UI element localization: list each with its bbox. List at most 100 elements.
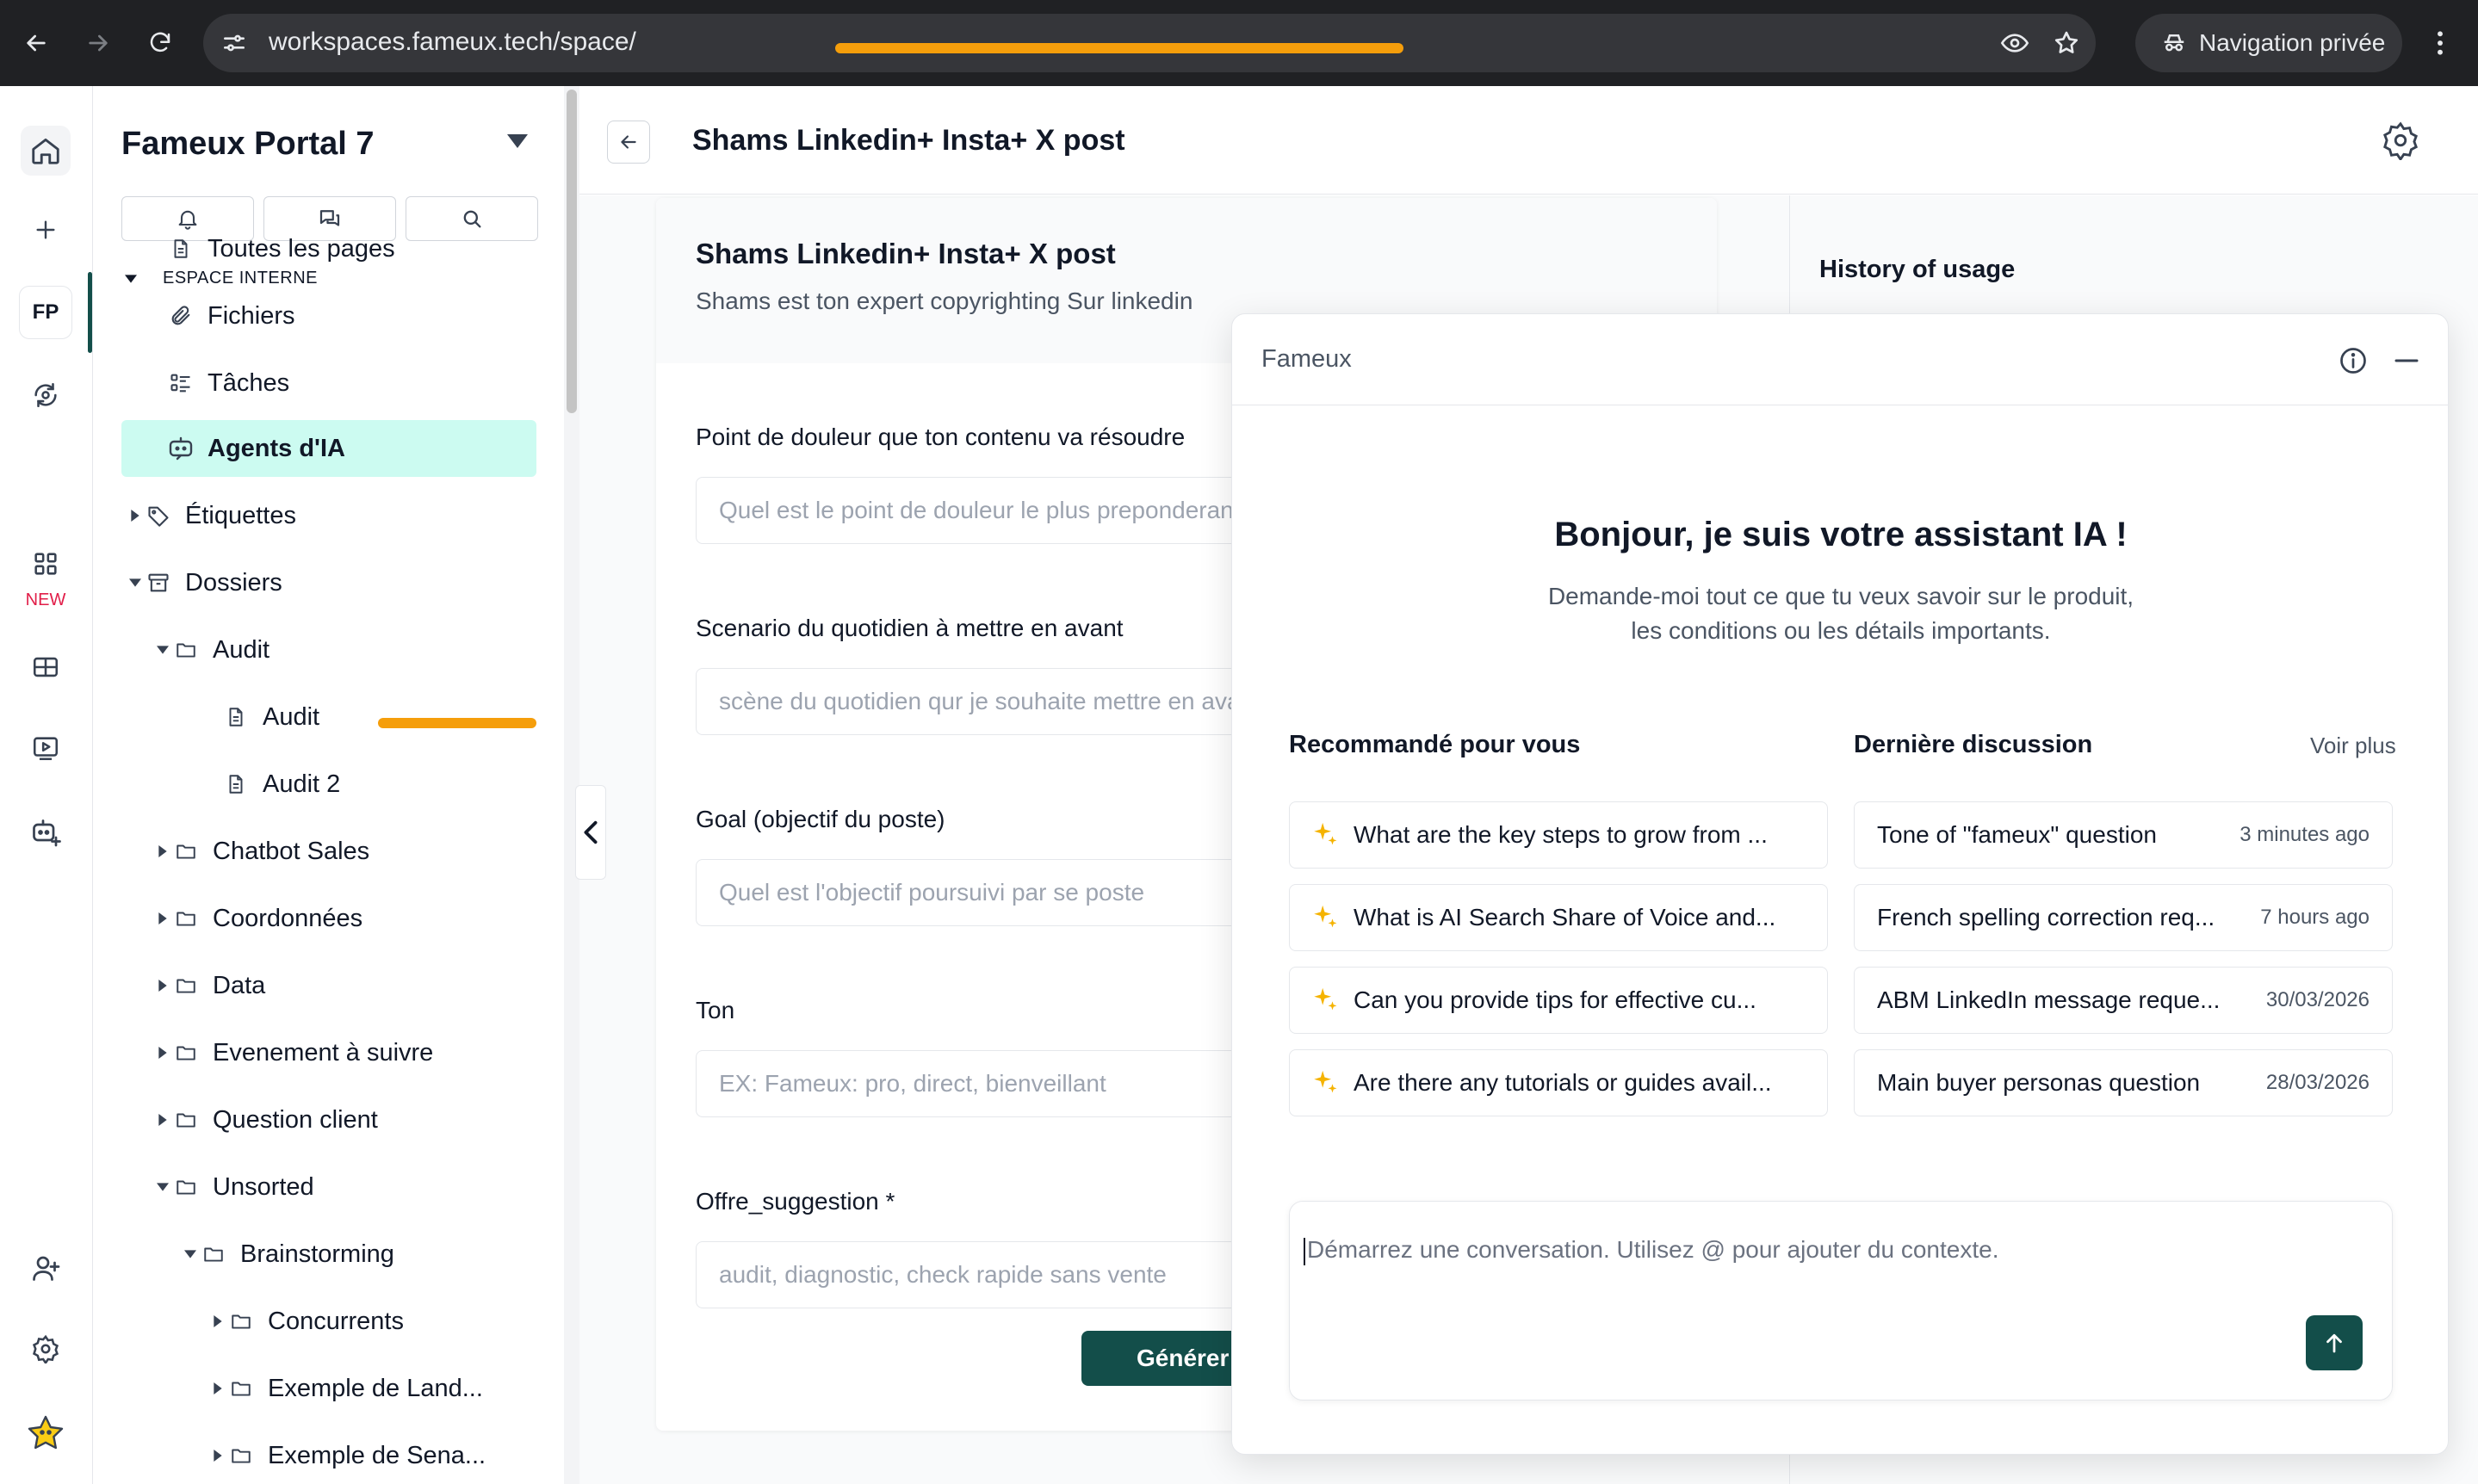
caret-right-icon[interactable] bbox=[154, 912, 171, 924]
private-browsing-indicator[interactable]: Navigation privée bbox=[2135, 14, 2402, 72]
reload-icon[interactable] bbox=[136, 19, 184, 67]
settings-gear-icon[interactable] bbox=[21, 1324, 71, 1374]
sidebar-item-evenement-a-suivre[interactable]: Evenement à suivre bbox=[121, 1024, 536, 1081]
back-arrow-icon[interactable] bbox=[12, 19, 60, 67]
suggestion-item[interactable]: What is AI Search Share of Voice and... bbox=[1289, 884, 1828, 951]
sidebar-item-coordonnees[interactable]: Coordonnées bbox=[121, 890, 536, 947]
forward-arrow-icon[interactable] bbox=[74, 19, 122, 67]
add-icon[interactable] bbox=[21, 205, 71, 255]
workspace-title[interactable]: Fameux Portal 7 bbox=[121, 126, 375, 163]
sidebar-item-etiquettes[interactable]: Étiquettes bbox=[121, 487, 536, 544]
collapse-sidebar-button[interactable] bbox=[575, 785, 606, 880]
bot-add-icon[interactable] bbox=[21, 807, 71, 857]
favorite-star-icon[interactable] bbox=[21, 1408, 71, 1458]
caret-right-icon[interactable] bbox=[209, 1382, 226, 1394]
sidebar-item-toutes-les-pages[interactable]: Toutes les pages bbox=[121, 220, 536, 277]
info-icon[interactable] bbox=[2338, 345, 2369, 376]
browser-menu-icon[interactable] bbox=[2416, 19, 2464, 67]
suggestion-item[interactable]: Can you provide tips for effective cu... bbox=[1289, 967, 1828, 1034]
agent-description: Shams est ton expert copyrighting Sur li… bbox=[696, 288, 1193, 314]
main-header: Shams Linkedin+ Insta+ X post bbox=[579, 86, 2478, 195]
sidebar-item-audit[interactable]: Audit bbox=[121, 621, 536, 678]
bookmark-star-icon[interactable] bbox=[2053, 29, 2080, 57]
sidebar-item-chatbot-sales[interactable]: Chatbot Sales bbox=[121, 823, 536, 880]
sidebar-item-label: Tâches bbox=[208, 368, 290, 397]
sidebar-item-label: Audit bbox=[213, 635, 270, 664]
sidebar-item-audit[interactable]: Audit bbox=[121, 689, 536, 745]
private-label: Navigation privée bbox=[2199, 29, 2386, 56]
sidebar-item-unsorted[interactable]: Unsorted bbox=[121, 1159, 536, 1215]
apps-grid-icon[interactable] bbox=[21, 539, 71, 589]
rail-active-indicator bbox=[88, 272, 92, 353]
folder-icon bbox=[226, 1444, 256, 1467]
field-placeholder: Quel est l'objectif poursuivi par se pos… bbox=[719, 879, 1145, 906]
caret-right-icon[interactable] bbox=[154, 1114, 171, 1126]
sidebar-item-label: Question client bbox=[213, 1105, 378, 1134]
caret-down-icon[interactable] bbox=[154, 1183, 171, 1191]
discussion-item[interactable]: ABM LinkedIn message reque... 30/03/2026 bbox=[1854, 967, 2393, 1034]
caret-right-icon[interactable] bbox=[209, 1450, 226, 1462]
composer-placeholder: Démarrez une conversation. Utilisez @ po… bbox=[1307, 1236, 1999, 1263]
caret-right-icon[interactable] bbox=[127, 510, 144, 522]
agent-name: Shams Linkedin+ Insta+ X post bbox=[696, 238, 1116, 269]
sync-icon[interactable] bbox=[21, 370, 71, 420]
sidebar-scrollbar-thumb[interactable] bbox=[567, 90, 577, 413]
discussion-item[interactable]: Main buyer personas question 28/03/2026 bbox=[1854, 1049, 2393, 1116]
sidebar-item-exemple-de-sena[interactable]: Exemple de Sena... bbox=[121, 1427, 536, 1484]
table-icon[interactable] bbox=[21, 642, 71, 692]
caret-right-icon[interactable] bbox=[154, 845, 171, 857]
workspace-badge[interactable]: FP bbox=[19, 286, 72, 339]
see-more-link[interactable]: Voir plus bbox=[2310, 733, 2396, 759]
suggestion-text: What is AI Search Share of Voice and... bbox=[1354, 904, 1776, 931]
minimize-icon[interactable] bbox=[2391, 345, 2422, 376]
sidebar-item-question-client[interactable]: Question client bbox=[121, 1091, 536, 1148]
sidebar-item-label: Audit bbox=[263, 702, 320, 731]
chat-composer[interactable]: Démarrez une conversation. Utilisez @ po… bbox=[1289, 1201, 2393, 1401]
archive-icon bbox=[144, 571, 173, 595]
sidebar-item-exemple-de-land[interactable]: Exemple de Land... bbox=[121, 1360, 536, 1417]
send-button[interactable] bbox=[2306, 1315, 2363, 1370]
history-title: History of usage bbox=[1819, 256, 2016, 283]
sidebar-item-brainstorming[interactable]: Brainstorming bbox=[121, 1226, 536, 1283]
sidebar-item-dossiers[interactable]: Dossiers bbox=[121, 554, 536, 611]
sidebar-item-data[interactable]: Data bbox=[121, 957, 536, 1014]
back-button[interactable] bbox=[607, 121, 650, 164]
discussion-item[interactable]: Tone of "fameux" question 3 minutes ago bbox=[1854, 801, 2393, 869]
site-settings-icon[interactable] bbox=[220, 29, 248, 57]
eye-icon[interactable] bbox=[1999, 29, 2030, 57]
caret-right-icon[interactable] bbox=[154, 980, 171, 992]
folder-icon bbox=[171, 840, 201, 863]
caret-down-icon[interactable] bbox=[182, 1250, 199, 1258]
agent-settings-gear-icon[interactable] bbox=[2381, 121, 2420, 160]
sidebar-item-audit-2[interactable]: Audit 2 bbox=[121, 756, 536, 813]
incognito-icon bbox=[2161, 30, 2187, 56]
caret-right-icon[interactable] bbox=[154, 1047, 171, 1059]
sidebar-item-agents-d-ia[interactable]: Agents d'IA bbox=[121, 420, 536, 477]
field-placeholder: EX: Fameux: pro, direct, bienveillant bbox=[719, 1070, 1106, 1097]
field-placeholder: Quel est le point de douleur le plus pre… bbox=[719, 497, 1241, 523]
suggestion-item[interactable]: Are there any tutorials or guides avail.… bbox=[1289, 1049, 1828, 1116]
folder-icon bbox=[226, 1310, 256, 1333]
discussion-time: 30/03/2026 bbox=[2265, 988, 2370, 1011]
add-user-icon[interactable] bbox=[21, 1243, 71, 1293]
workspace-dropdown-caret-icon[interactable] bbox=[507, 134, 528, 148]
caret-right-icon[interactable] bbox=[209, 1315, 226, 1327]
suggestion-item[interactable]: What are the key steps to grow from ... bbox=[1289, 801, 1828, 869]
sidebar-item-fichiers[interactable]: Fichiers bbox=[121, 288, 536, 344]
composer-input[interactable]: Démarrez une conversation. Utilisez @ po… bbox=[1304, 1236, 1998, 1265]
address-bar[interactable]: workspaces.fameux.tech/space/ bbox=[203, 14, 2096, 72]
sparkle-icon bbox=[1310, 903, 1340, 932]
sidebar-item-concurrents[interactable]: Concurrents bbox=[121, 1293, 536, 1350]
discussion-item[interactable]: French spelling correction req... 7 hours… bbox=[1854, 884, 2393, 951]
caret-down-icon[interactable] bbox=[154, 646, 171, 654]
sidebar-item-label: Unsorted bbox=[213, 1172, 314, 1201]
video-icon[interactable] bbox=[21, 723, 71, 773]
sparkle-icon bbox=[1310, 986, 1340, 1015]
home-icon[interactable] bbox=[21, 126, 71, 176]
arrow-up-icon bbox=[2321, 1330, 2347, 1356]
sidebar-item-taches[interactable]: Tâches bbox=[121, 355, 536, 411]
field-label: Point de douleur que ton contenu va réso… bbox=[696, 424, 1186, 450]
caret-down-icon[interactable] bbox=[127, 578, 144, 587]
sidebar-item-label: Audit 2 bbox=[263, 770, 341, 798]
folder-icon bbox=[171, 639, 201, 661]
